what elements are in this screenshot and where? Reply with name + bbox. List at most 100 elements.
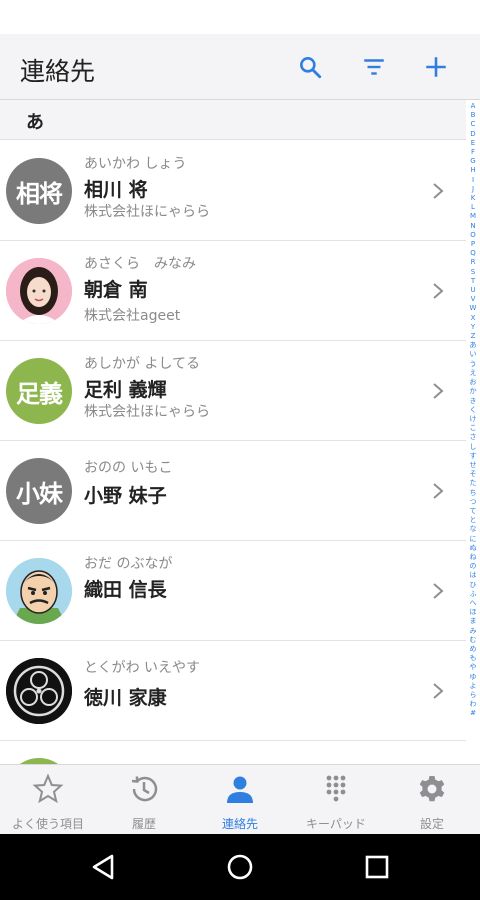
- index-letter[interactable]: X: [471, 314, 476, 323]
- index-letter[interactable]: U: [470, 286, 475, 295]
- index-letter[interactable]: W: [470, 304, 477, 313]
- contact-row[interactable]: 足義 あしかが よしてる 足利 義輝 株式会社ほにゃらら: [0, 341, 466, 441]
- index-letter[interactable]: す: [470, 452, 477, 461]
- index-letter[interactable]: I: [472, 176, 474, 185]
- section-header: あ: [0, 100, 466, 140]
- index-letter[interactable]: も: [470, 654, 477, 663]
- contact-row[interactable]: おだ のぶなが 織田 信長: [0, 541, 466, 641]
- index-letter[interactable]: む: [470, 636, 477, 645]
- index-letter[interactable]: よ: [470, 682, 477, 691]
- index-letter[interactable]: B: [471, 111, 476, 120]
- index-letter[interactable]: ゆ: [470, 673, 477, 682]
- index-letter[interactable]: い: [470, 350, 477, 359]
- index-letter[interactable]: せ: [470, 461, 477, 470]
- index-letter[interactable]: R: [471, 258, 476, 267]
- filter-button[interactable]: [358, 51, 390, 83]
- index-letter[interactable]: え: [470, 369, 477, 378]
- contact-row[interactable]: あさくら みなみ 朝倉 南 株式会社ageet: [0, 241, 466, 341]
- index-letter[interactable]: O: [470, 231, 476, 240]
- index-letter[interactable]: し: [470, 443, 477, 452]
- index-letter[interactable]: ぬ: [470, 544, 477, 553]
- index-letter[interactable]: ひ: [470, 581, 477, 590]
- index-letter[interactable]: へ: [470, 599, 477, 608]
- index-letter[interactable]: こ: [470, 424, 477, 433]
- recents-square-icon[interactable]: [362, 852, 392, 882]
- contact-row[interactable]: とくがわ いえやす 徳川 家康: [0, 641, 466, 741]
- tab-history[interactable]: 履歴: [96, 765, 192, 835]
- index-letter[interactable]: あ: [470, 341, 477, 350]
- add-contact-button[interactable]: [420, 51, 452, 83]
- index-letter[interactable]: ち: [470, 489, 477, 498]
- index-letter[interactable]: E: [471, 139, 475, 148]
- home-circle-icon[interactable]: [225, 852, 255, 882]
- page-title: 連絡先: [20, 57, 96, 86]
- index-letter[interactable]: に: [470, 535, 477, 544]
- person-icon: [224, 773, 256, 805]
- index-letter[interactable]: ま: [470, 617, 477, 626]
- index-letter[interactable]: て: [470, 507, 477, 516]
- index-letter[interactable]: C: [471, 120, 476, 129]
- index-letter[interactable]: た: [470, 479, 477, 488]
- index-letter[interactable]: き: [470, 397, 477, 406]
- index-letter[interactable]: け: [470, 415, 477, 424]
- index-letter[interactable]: Q: [470, 249, 476, 258]
- index-letter[interactable]: そ: [470, 470, 477, 479]
- index-letter[interactable]: N: [470, 222, 475, 231]
- index-letter[interactable]: D: [470, 130, 475, 139]
- index-letter[interactable]: G: [470, 157, 475, 166]
- index-letter[interactable]: #: [470, 709, 476, 718]
- index-letter[interactable]: く: [470, 406, 477, 415]
- index-letter[interactable]: S: [471, 268, 475, 277]
- contact-kana: おのの いもこ: [84, 460, 173, 476]
- index-letter[interactable]: Y: [471, 323, 475, 332]
- index-letter[interactable]: わ: [470, 700, 477, 709]
- contact-row[interactable]: 小妹 おのの いもこ 小野 妹子: [0, 441, 466, 541]
- index-letter[interactable]: め: [470, 645, 477, 654]
- index-letter[interactable]: か: [470, 387, 477, 396]
- index-letter[interactable]: さ: [470, 433, 477, 442]
- keypad-icon: [320, 773, 352, 805]
- index-letter[interactable]: M: [470, 212, 476, 221]
- back-triangle-icon[interactable]: [88, 852, 118, 882]
- index-letter[interactable]: H: [470, 166, 475, 175]
- index-letter[interactable]: み: [470, 627, 477, 636]
- index-letter[interactable]: な: [470, 525, 477, 534]
- tab-keypad[interactable]: キーパッド: [288, 765, 384, 835]
- index-letter[interactable]: A: [471, 102, 476, 111]
- index-letter[interactable]: は: [470, 571, 477, 580]
- plus-icon: [426, 57, 446, 77]
- tab-favorites[interactable]: よく使う項目: [0, 765, 96, 835]
- status-bar: [0, 0, 480, 34]
- index-letter[interactable]: ふ: [470, 590, 477, 599]
- index-letter[interactable]: ね: [470, 553, 477, 562]
- index-letter[interactable]: V: [471, 295, 476, 304]
- index-letter[interactable]: や: [470, 663, 477, 672]
- search-button[interactable]: [294, 51, 326, 83]
- index-letter[interactable]: の: [470, 562, 477, 571]
- contact-name: 足利 義輝: [84, 379, 167, 401]
- tab-settings[interactable]: 設定: [384, 765, 480, 835]
- index-letter[interactable]: J: [472, 185, 474, 194]
- app-header: 連絡先: [0, 34, 480, 100]
- index-letter[interactable]: ほ: [470, 608, 477, 617]
- index-letter[interactable]: つ: [470, 498, 477, 507]
- index-letter[interactable]: Z: [471, 332, 476, 341]
- index-letter[interactable]: う: [470, 360, 477, 369]
- index-letter[interactable]: と: [470, 516, 477, 525]
- index-letter[interactable]: F: [471, 148, 475, 157]
- contact-list[interactable]: 相将 あいかわ しょう 相川 将 株式会社ほにゃらら あさくら みなみ 朝倉 南…: [0, 141, 466, 764]
- alphabet-index[interactable]: ABCDEFGHIJKLMNOPQRSTUVWXYZあいうえおかきくけこさしすせ…: [466, 100, 480, 764]
- avatar: [6, 658, 72, 724]
- tab-contacts[interactable]: 連絡先: [192, 765, 288, 835]
- search-icon: [300, 57, 322, 79]
- history-icon: [128, 773, 160, 805]
- index-letter[interactable]: お: [470, 378, 477, 387]
- contact-kana: あしかが よしてる: [84, 356, 201, 372]
- index-letter[interactable]: K: [471, 194, 476, 203]
- index-letter[interactable]: ら: [470, 691, 477, 700]
- contact-row[interactable]: 相将 あいかわ しょう 相川 将 株式会社ほにゃらら: [0, 141, 466, 241]
- index-letter[interactable]: P: [471, 240, 475, 249]
- contact-row-partial[interactable]: [0, 741, 466, 764]
- index-letter[interactable]: T: [471, 277, 475, 286]
- index-letter[interactable]: L: [471, 203, 475, 212]
